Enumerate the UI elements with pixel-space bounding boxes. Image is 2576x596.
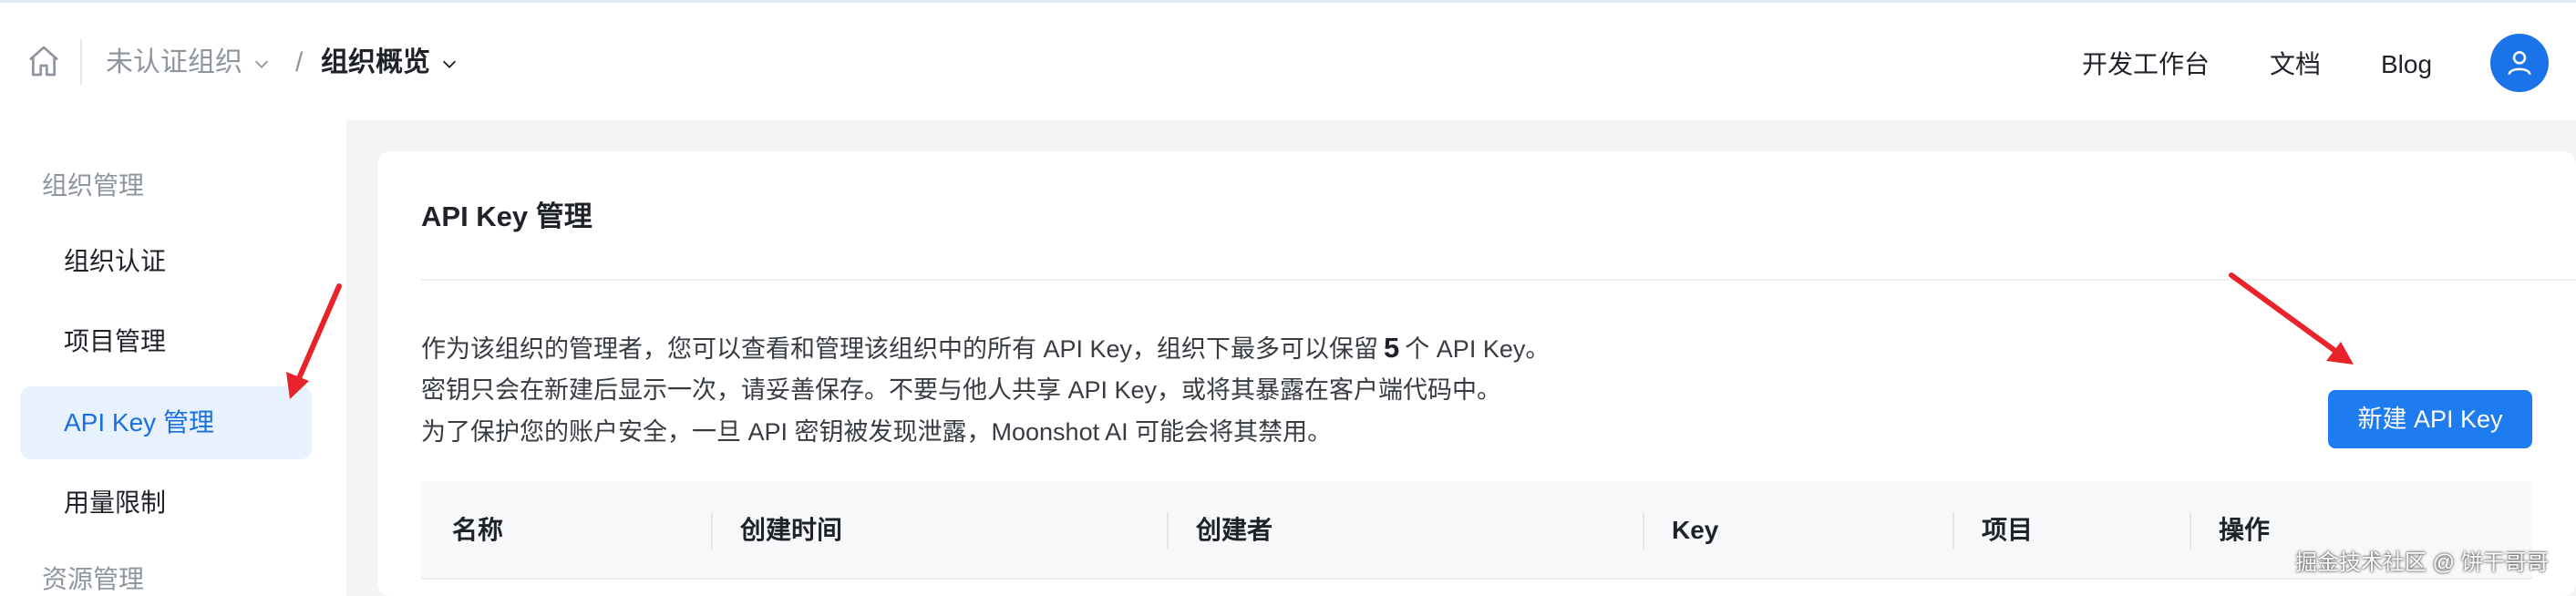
red-arrow-sidebar [286, 283, 342, 399]
red-arrow-new-button [2229, 272, 2354, 365]
watermark: 掘金技术社区 @ 饼干哥哥 [2295, 550, 2549, 575]
annotation-arrows [286, 272, 2354, 399]
